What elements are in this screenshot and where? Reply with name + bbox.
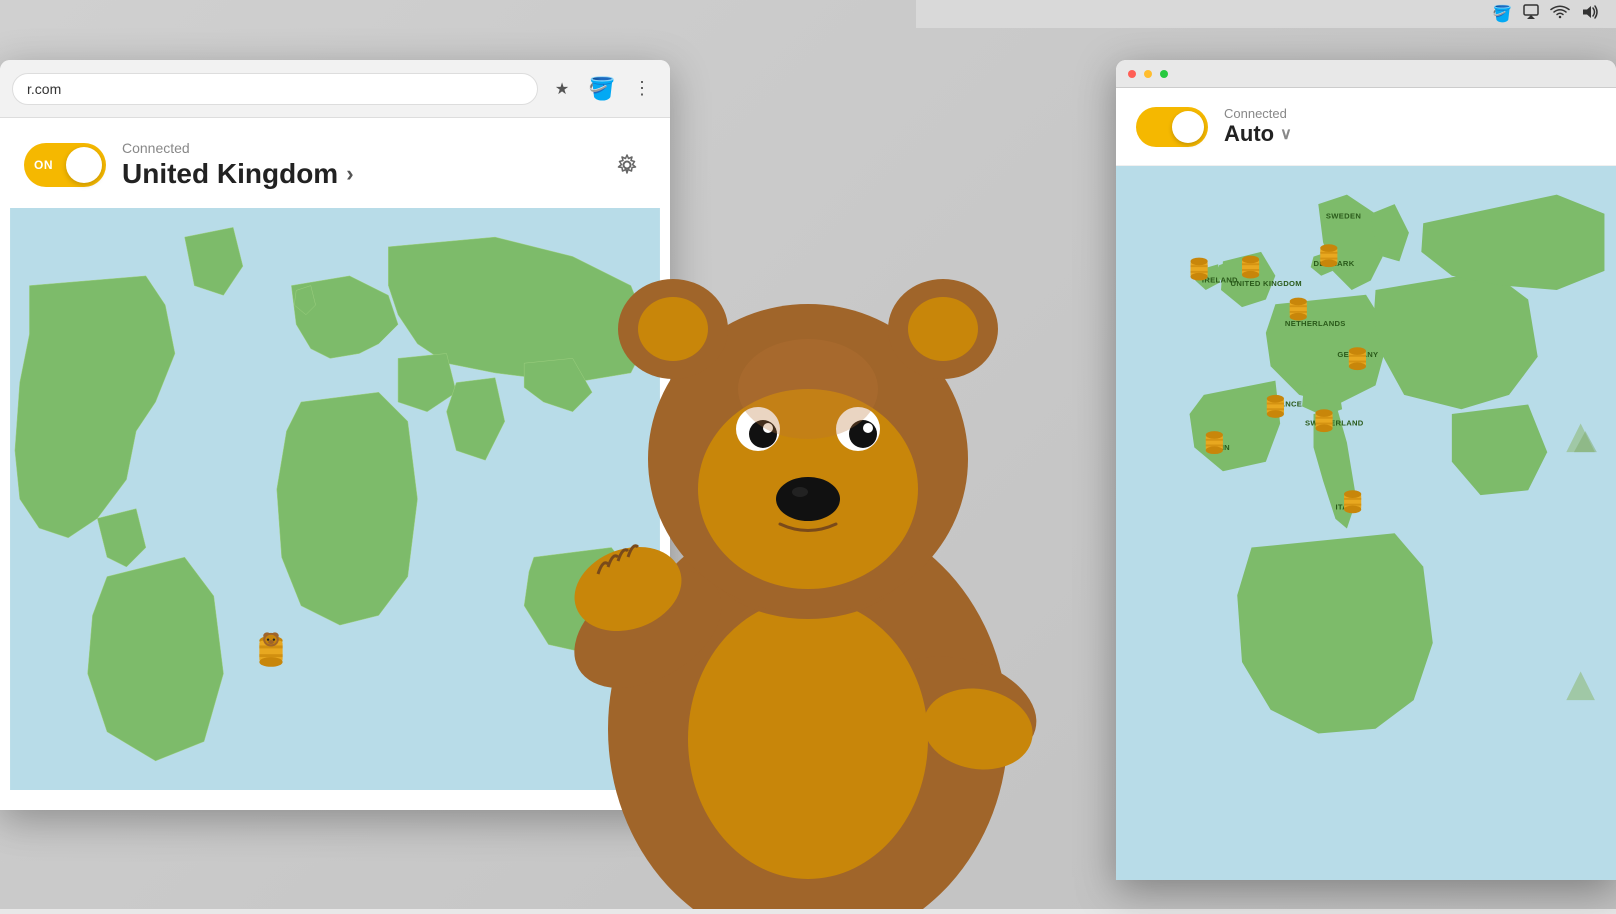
toggle-on-label: ON [34, 158, 53, 172]
system-menu-bar: 🪣 [916, 0, 1616, 28]
close-dot[interactable] [1128, 70, 1136, 78]
vpn-toggle-right[interactable] [1136, 107, 1208, 147]
desktop-map: IRELAND UNITED KINGDOM NETHERLANDS SWEDE… [1116, 166, 1616, 880]
address-text: r.com [27, 81, 61, 97]
toggle-thumb-right [1172, 111, 1204, 143]
desktop-status: Connected Auto ∨ [1224, 106, 1596, 147]
desktop-app: Connected Auto ∨ [1116, 60, 1616, 880]
vpn-extension-icon[interactable]: 🪣 [586, 73, 618, 105]
minimize-dot[interactable] [1144, 70, 1152, 78]
gear-icon [616, 154, 638, 176]
airplay-icon[interactable] [1522, 4, 1540, 25]
desktop-location-text: Auto [1224, 121, 1274, 147]
bear-character [528, 209, 1088, 909]
volume-icon[interactable] [1580, 4, 1600, 25]
desktop-title-bar [1116, 60, 1616, 88]
map-barrel-left [259, 632, 282, 666]
svg-text:UNITED KINGDOM: UNITED KINGDOM [1231, 279, 1302, 288]
settings-button[interactable] [608, 146, 646, 184]
vpn-toggle-left[interactable]: ON [24, 143, 106, 187]
star-icon: ★ [555, 79, 569, 99]
maximize-dot[interactable] [1160, 70, 1168, 78]
svg-text:SWEDEN: SWEDEN [1326, 211, 1361, 220]
bear-svg [528, 209, 1088, 909]
desktop-map-svg: IRELAND UNITED KINGDOM NETHERLANDS SWEDE… [1116, 166, 1616, 880]
address-bar[interactable]: r.com [12, 73, 538, 105]
desktop-chevron: ∨ [1280, 124, 1292, 144]
desktop-header: Connected Auto ∨ [1116, 88, 1616, 166]
vpn-menubar-icon[interactable]: 🪣 [1492, 4, 1512, 24]
location-chevron: › [346, 161, 353, 187]
menu-dots-icon: ⋮ [633, 78, 651, 99]
toggle-thumb [66, 147, 102, 183]
vpn-location-left[interactable]: United Kingdom › [122, 158, 592, 190]
vpn-header-left: ON Connected United Kingdom › [0, 118, 670, 208]
desktop-location[interactable]: Auto ∨ [1224, 121, 1596, 147]
vpn-location-text: United Kingdom [122, 158, 338, 190]
wifi-icon[interactable] [1550, 4, 1570, 25]
desktop-connected-label: Connected [1224, 106, 1596, 121]
vpn-connected-label: Connected [122, 140, 592, 156]
vpn-status-left: Connected United Kingdom › [122, 140, 592, 190]
chrome-menu-button[interactable]: ⋮ [626, 73, 658, 105]
bookmark-button[interactable]: ★ [546, 73, 578, 105]
svg-text:SWITZERLAND: SWITZERLAND [1305, 418, 1364, 427]
svg-text:NETHERLANDS: NETHERLANDS [1285, 319, 1346, 328]
browser-toolbar: r.com ★ 🪣 ⋮ [0, 60, 670, 118]
